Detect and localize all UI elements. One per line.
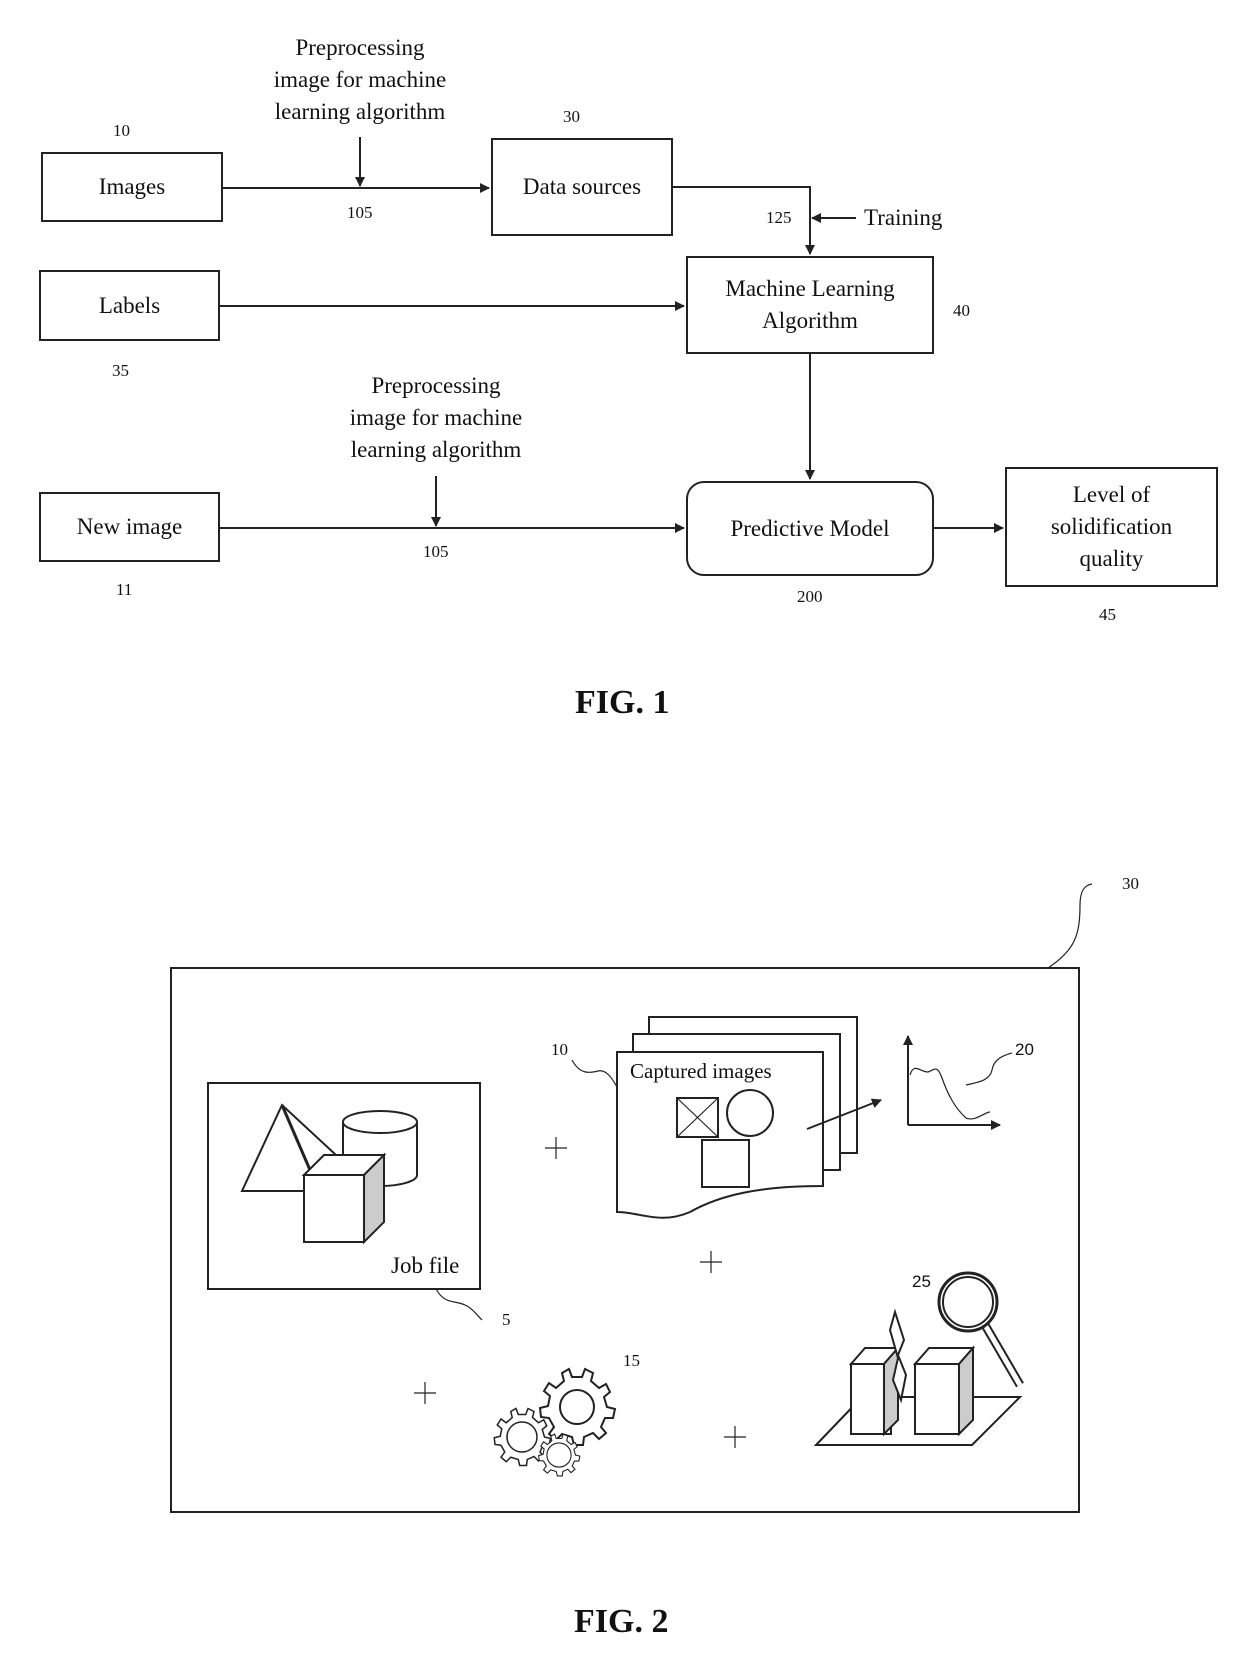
fig1-caption: FIG. 1 [575,684,670,721]
plus-icon [414,1382,436,1404]
preprocess-note-top: Preprocessing image for machine learning… [255,32,465,128]
ref-job-file: 5 [502,1310,511,1329]
plus-icon [700,1251,722,1273]
ref-container-30: 30 [1122,874,1139,893]
ref-images: 10 [113,121,130,140]
leader-line-10 [571,1059,618,1088]
leader-line-30 [1047,883,1093,969]
fig2-caption: FIG. 2 [574,1603,669,1640]
preprocess-note-bottom: Preprocessing image for machine learning… [331,370,541,466]
preprocess-bottom-line2: image for machine [349,405,523,430]
cad-shapes-icon [240,1103,419,1245]
node-images: Images [41,152,223,222]
ref-new-image: 11 [116,580,133,599]
preprocess-top-line1: Preprocessing [295,35,425,60]
inspection-magnifier-icon [813,1271,1024,1446]
node-new-image: New image [39,492,220,562]
node-ml-label-line1: Machine Learning [725,276,895,301]
ref-gears: 15 [623,1351,640,1370]
ref-105-top: 105 [347,203,373,222]
training-label: Training [864,205,943,230]
ref-data-sources: 30 [563,107,580,126]
node-new-image-label: New image [76,514,183,539]
diagram-connectors [170,137,1093,1513]
ref-labels: 35 [112,361,129,380]
node-quality-line1: Level of [1072,482,1151,507]
preprocess-bottom-line3: learning algorithm [350,437,522,462]
ref-105-bottom: 105 [423,542,449,561]
node-predictive-model-label: Predictive Model [730,515,890,541]
ref-inspection: 25 [912,1272,931,1291]
gears-icon [493,1367,617,1477]
preprocess-top-line3: learning algorithm [274,99,446,124]
node-predictive-model: Predictive Model [686,481,934,576]
node-labels: Labels [39,270,220,341]
job-file-label: Job file [391,1253,460,1278]
plus-icon [545,1137,567,1159]
ref-graph: 20 [1015,1040,1034,1059]
preprocess-top-line2: image for machine [273,67,447,92]
node-ml-label-line2: Algorithm [762,308,858,333]
ref-captured-images: 10 [551,1040,568,1059]
graph-icon [903,1035,1001,1130]
node-data-sources-label: Data sources [522,174,642,199]
node-solidification-quality: Level of solidification quality [1005,467,1218,587]
ref-ml-algorithm: 40 [953,301,970,320]
captured-images-stack-icon [616,1016,882,1219]
preprocess-bottom-line1: Preprocessing [371,373,501,398]
captured-images-label: Captured images [630,1059,772,1083]
node-quality-line2: solidification [1050,514,1173,539]
leader-line-5 [435,1288,483,1321]
plus-icon [724,1426,746,1448]
ref-predictive-model: 200 [797,587,823,606]
ref-quality: 45 [1099,605,1116,624]
node-images-label: Images [98,174,166,199]
node-quality-line3: quality [1079,546,1144,571]
leader-line-20 [965,1052,1013,1086]
node-ml-algorithm: Machine Learning Algorithm [686,256,934,354]
node-labels-label: Labels [98,292,161,318]
node-data-sources: Data sources [491,138,673,236]
ref-125: 125 [766,208,792,227]
